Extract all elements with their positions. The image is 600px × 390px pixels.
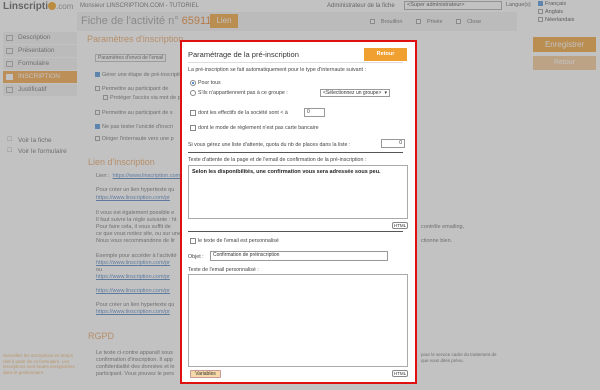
custom-email-label: Texte de l'email personnalisé : — [188, 267, 259, 273]
modal-retour-button[interactable]: Retour — [364, 48, 407, 61]
section-divider — [188, 231, 403, 232]
chevron-down-icon: ▾ — [384, 90, 387, 96]
modal-title: Paramétrage de la pré-inscription — [188, 50, 299, 59]
check-reglement-label: dont le mode de règlement n'est pas cart… — [198, 125, 319, 131]
radio-groupe-label: S'ils n'appartiennent pas à ce groupe : — [198, 90, 288, 96]
custom-email-textarea[interactable] — [188, 274, 408, 367]
html-button-1[interactable]: HTML — [392, 222, 408, 229]
check-effectifs-label: dont les effectifs de la société sont < … — [198, 110, 288, 116]
effectifs-input[interactable]: 0 — [304, 108, 325, 117]
waiting-label: Texte d'attente de la page et de l'email… — [188, 157, 367, 163]
quota-input[interactable]: 0 — [381, 139, 405, 148]
waiting-textarea[interactable]: Selon les disponibilités, une confirmati… — [188, 165, 408, 219]
radio-pour-tous[interactable] — [190, 80, 196, 86]
quota-label: Si vous gérez une liste d'attente, quota… — [188, 142, 351, 148]
check-effectifs[interactable] — [190, 110, 196, 116]
check-reglement[interactable] — [190, 125, 196, 131]
title-divider — [188, 62, 403, 63]
radio-groupe[interactable] — [190, 90, 196, 96]
group-select[interactable]: <Sélectionnez un groupe> ▾ — [320, 89, 390, 97]
html-button-2[interactable]: HTML — [392, 370, 408, 377]
radio-pour-tous-label: Pour tous — [198, 80, 221, 86]
section-divider — [188, 152, 403, 153]
objet-input[interactable]: Confirmation de préinscription — [210, 251, 388, 261]
objet-label: Objet : — [188, 254, 204, 260]
intro-text: La pré-inscription se fait automatiqueme… — [188, 67, 366, 73]
variables-button[interactable]: Variables — [190, 370, 221, 378]
check-custom-email-label: le texte de l'email est personnalisé — [198, 238, 279, 244]
check-custom-email[interactable] — [190, 238, 196, 244]
preinscription-modal: Paramétrage de la pré-inscription Retour… — [180, 40, 417, 384]
